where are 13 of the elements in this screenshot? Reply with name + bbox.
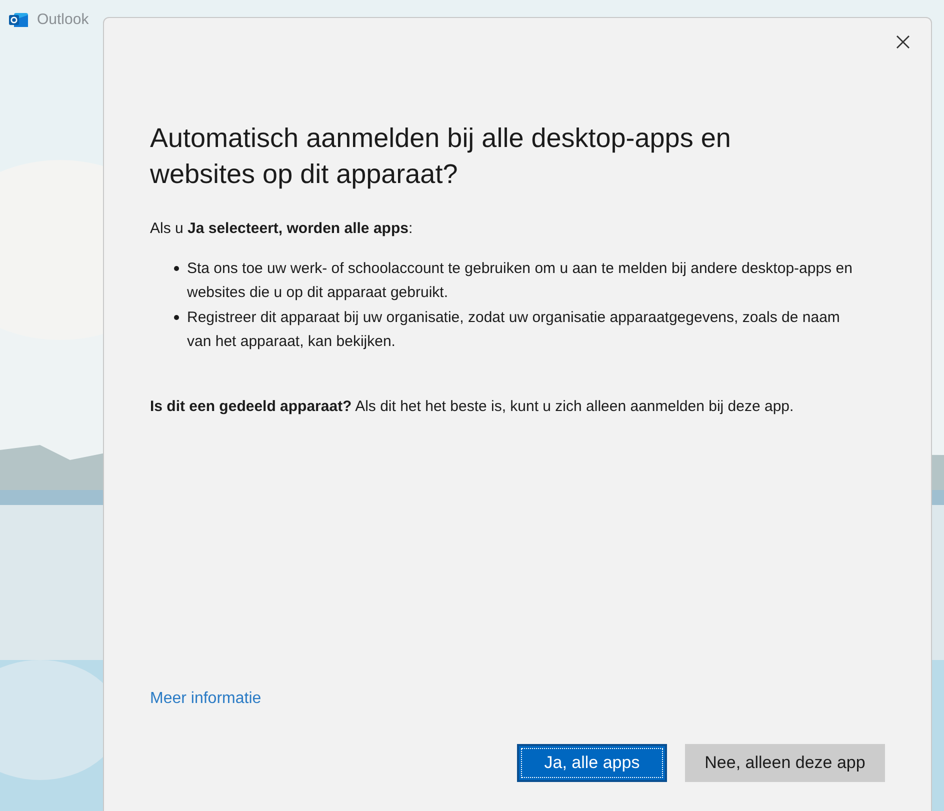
bullet-icon [174,314,179,320]
dialog-heading: Automatisch aanmelden bij alle desktop-apps en websites op dit apparaat? [150,122,732,191]
shared-device-note: Is dit een gedeeld apparaat? Als dit het het beste is, kunt u zich alleen aanmelden bij deze app. [150,396,795,416]
decline-button[interactable]: Nee, alleen deze app [685,744,885,782]
window-title: Outlook [37,10,89,30]
bullet-text: Registreer dit apparaat bij uw organisatie, zodat uw organisatie apparaatgegevens, zoals de naam van het apparaat, kan bekijken. [187,308,841,352]
close-icon [896,35,910,49]
confirm-button[interactable]: Ja, alle apps [517,744,667,782]
mail-app-icon [9,11,29,30]
intro-text: Als u Ja selecteert, worden alle apps: [150,219,414,239]
bullet-text: Sta ons toe uw werk- of schoolaccount te gebruiken om u aan te melden bij andere desktop-apps en websites die u op dit apparaat gebruikt. [187,258,854,302]
more-info-link[interactable]: Meer informatie [150,687,262,711]
bullet-icon [174,266,179,270]
